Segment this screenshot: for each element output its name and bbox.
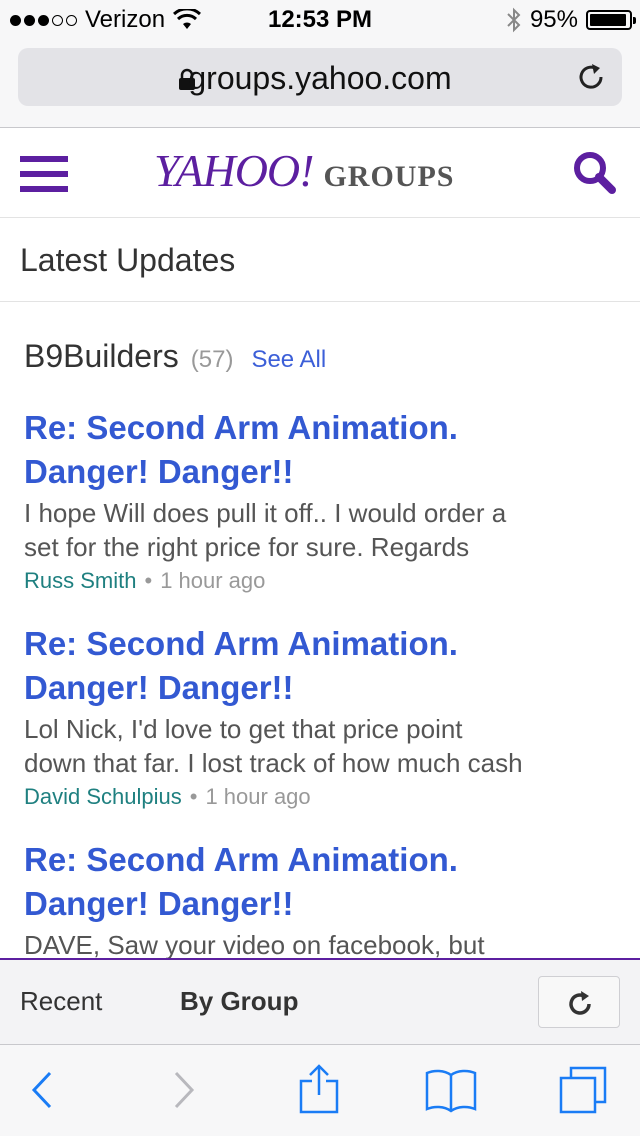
- list-item[interactable]: Re: Second Arm Animation. Danger! Danger…: [24, 838, 620, 959]
- reload-icon[interactable]: [574, 60, 608, 94]
- tab-recent[interactable]: Recent: [20, 986, 102, 1017]
- see-all-link[interactable]: See All: [251, 346, 326, 374]
- browser-toolbar: [0, 1044, 640, 1136]
- post-snippet: Lol Nick, I'd love to get that price poi…: [24, 714, 523, 778]
- browser-address-area: groups.yahoo.com: [0, 40, 640, 128]
- share-icon[interactable]: [298, 1063, 340, 1115]
- group-count: (57): [190, 346, 234, 373]
- post-meta: Russ Smith • 1 hour ago: [24, 566, 620, 596]
- yahoo-groups-logo[interactable]: YAHOO! GROUPS: [154, 144, 454, 200]
- group-name[interactable]: B9Builders: [24, 338, 179, 375]
- post-snippet: I hope Will does pull it off.. I would o…: [24, 498, 507, 562]
- address-bar[interactable]: groups.yahoo.com: [18, 48, 622, 106]
- separator-dot: •: [144, 568, 153, 593]
- post-time: 1 hour ago: [160, 568, 266, 593]
- post-time: 1 hour ago: [205, 784, 311, 809]
- post-title[interactable]: Re: Second Arm Animation. Danger! Danger…: [24, 406, 620, 494]
- section-title: Latest Updates: [20, 242, 236, 278]
- tabs-icon[interactable]: [558, 1065, 608, 1115]
- list-item[interactable]: Re: Second Arm Animation. Danger! Danger…: [24, 622, 620, 812]
- back-icon[interactable]: [30, 1069, 54, 1111]
- logo-groups-text: GROUPS: [323, 160, 455, 193]
- battery-icon: [586, 10, 636, 30]
- bookmarks-icon[interactable]: [424, 1067, 478, 1113]
- menu-icon[interactable]: [20, 156, 68, 192]
- url-text: groups.yahoo.com: [188, 60, 452, 96]
- post-author[interactable]: Russ Smith: [24, 568, 136, 593]
- refresh-icon: [569, 991, 591, 1015]
- status-bar: Verizon 12:53 PM 95%: [0, 0, 640, 40]
- bluetooth-icon: [507, 7, 521, 33]
- logo-yahoo-text: YAHOO!: [154, 145, 314, 196]
- post-author[interactable]: David Schulpius: [24, 784, 182, 809]
- status-right: 95%: [506, 6, 636, 34]
- group-heading: B9Builders (57) See All: [24, 338, 326, 375]
- list-item[interactable]: Re: Second Arm Animation. Danger! Danger…: [24, 406, 620, 596]
- view-tab-bar: Recent By Group: [0, 958, 640, 1044]
- search-icon[interactable]: [570, 148, 618, 196]
- battery-percent: 95%: [529, 6, 578, 33]
- separator-dot: •: [189, 784, 198, 809]
- post-snippet: DAVE, Saw your video on facebook, but: [24, 930, 485, 959]
- section-header: Latest Updates: [0, 218, 640, 302]
- refresh-button[interactable]: [538, 976, 620, 1028]
- post-meta: David Schulpius • 1 hour ago: [24, 782, 620, 812]
- site-header: YAHOO! GROUPS: [0, 128, 640, 218]
- post-title[interactable]: Re: Second Arm Animation. Danger! Danger…: [24, 838, 620, 926]
- tab-by-group[interactable]: By Group: [180, 986, 298, 1017]
- post-title[interactable]: Re: Second Arm Animation. Danger! Danger…: [24, 622, 620, 710]
- post-clip: Re: Second Arm Animation. Danger! Danger…: [0, 830, 640, 959]
- forward-icon: [174, 1071, 195, 1109]
